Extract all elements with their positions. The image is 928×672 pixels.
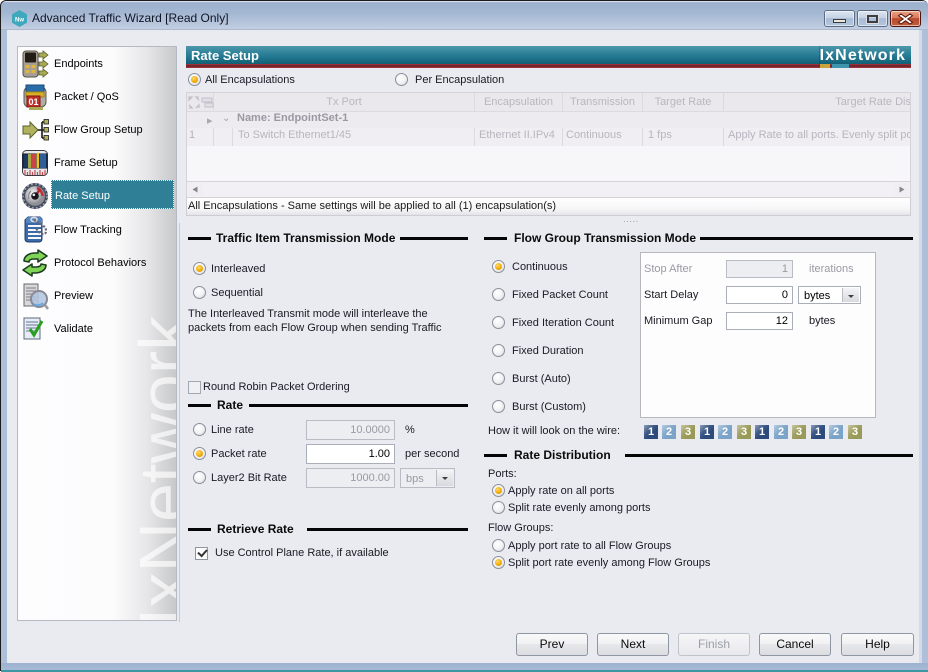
svg-text:01: 01 [28, 97, 38, 107]
svg-text:Nw: Nw [15, 18, 24, 24]
